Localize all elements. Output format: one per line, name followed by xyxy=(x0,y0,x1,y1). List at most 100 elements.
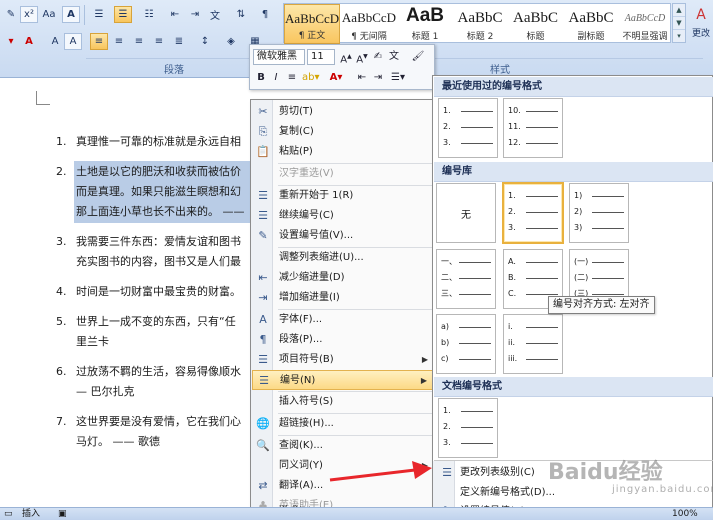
font-color-icon[interactable]: A▾ xyxy=(328,70,344,86)
menu-paste[interactable]: 📋 粘贴(P) xyxy=(252,142,434,162)
macro-icon[interactable]: ▣ xyxy=(58,508,67,520)
bold-icon[interactable]: B xyxy=(253,70,269,86)
submenu-arrow-icon: ▶ xyxy=(421,355,428,364)
ribbon-separator xyxy=(84,5,85,25)
increase-indent-icon: ⇥ xyxy=(258,291,268,304)
watermark: Baidu经验 xyxy=(548,460,663,485)
align-center-button[interactable]: ≡ xyxy=(110,33,128,50)
numbering-format-tile[interactable]: 1) 2) 3) xyxy=(569,183,629,243)
indent-inc-icon[interactable]: ⇥ xyxy=(370,70,386,86)
numbering-format-tile[interactable]: 一、 二、 三、 xyxy=(436,249,496,309)
context-menu: ✂ 剪切(T) ⎘ 复制(C) 📋 粘贴(P) 汉字重选(V) ☰ 重新开始于 … xyxy=(250,99,435,520)
line-spacing-button[interactable]: ↕ xyxy=(196,33,214,50)
scroll-up-icon[interactable]: ▲ xyxy=(673,4,685,17)
decrease-indent-button[interactable]: ⇤ xyxy=(166,6,184,23)
style-subtle-emphasis[interactable]: AaBbCcD 不明显强调 xyxy=(619,4,671,44)
paragraph-icon: ¶ xyxy=(259,333,267,346)
menu-insert-symbol[interactable]: 插入符号(S) xyxy=(252,392,434,412)
numbering-format-tile[interactable]: 10. 11. 12. xyxy=(503,98,563,158)
scroll-down-icon[interactable]: ▼ xyxy=(673,17,685,30)
menu-numbering[interactable]: ☰ 编号(N) ▶ xyxy=(252,370,434,390)
document-formats-header: 文档编号格式 xyxy=(434,377,713,397)
margin-corner-mark xyxy=(36,91,50,105)
menu-translate[interactable]: ⇄ 翻译(A)... xyxy=(252,476,434,496)
justify-button[interactable]: ≡ xyxy=(150,33,168,50)
menu-set-numbering-value[interactable]: ✎ 设置编号值(V)... xyxy=(252,226,434,246)
align-left-button[interactable]: ≡ xyxy=(90,33,108,50)
font-color-button[interactable]: A xyxy=(20,33,38,50)
text-effect-button[interactable]: ✎ xyxy=(2,6,20,23)
numbering-format-tile[interactable]: 1. 2. 3. xyxy=(438,398,498,458)
numbering-library-header: 编号库 xyxy=(434,162,713,182)
superscript-icon[interactable]: x² xyxy=(20,6,38,23)
menu-increase-indent[interactable]: ⇥ 增加缩进量(I) xyxy=(252,288,434,308)
group-divider xyxy=(86,58,276,59)
clear-format-button[interactable]: A xyxy=(62,6,80,23)
menu-bullets[interactable]: ☰ 项目符号(B) ▶ xyxy=(252,350,434,370)
style-title[interactable]: AaBbC 标题 xyxy=(508,4,563,44)
chinese-layout-button[interactable]: 文 xyxy=(206,6,224,23)
menu-lookup[interactable]: 🔍 查阅(K)... xyxy=(252,436,434,456)
more-icon[interactable]: ▾ xyxy=(673,30,685,43)
align-right-button[interactable]: ≡ xyxy=(130,33,148,50)
highlight-color-button[interactable]: ▾ xyxy=(2,33,20,50)
shrink-font-icon[interactable]: A▼ xyxy=(354,49,370,65)
lookup-icon: 🔍 xyxy=(256,439,270,452)
numbering-format-tile[interactable]: i. ii. iii. xyxy=(503,314,563,374)
insert-mode[interactable]: 插入 xyxy=(22,508,40,520)
list-icon[interactable]: ☰▾ xyxy=(390,70,406,86)
status-bar: ▭ 插入 ▣ 100% xyxy=(0,507,713,520)
italic-icon[interactable]: I xyxy=(268,70,284,86)
center-icon[interactable]: ≡ xyxy=(284,70,300,86)
menu-copy[interactable]: ⎘ 复制(C) xyxy=(252,122,434,142)
list-level-icon: ☰ xyxy=(442,466,452,479)
menu-decrease-indent[interactable]: ⇤ 减少缩进量(D) xyxy=(252,268,434,288)
styles-scroll[interactable]: ▲ ▼ ▾ xyxy=(672,3,686,43)
zoom-level[interactable]: 100% xyxy=(672,508,698,520)
change-styles-button[interactable]: A 更改 xyxy=(689,4,713,54)
indent-dec-icon[interactable]: ⇤ xyxy=(354,70,370,86)
style-no-spacing[interactable]: AaBbCcD ¶ 无间隔 xyxy=(341,4,397,44)
numbering-format-tile[interactable]: a) b) c) xyxy=(436,314,496,374)
brush-icon[interactable]: 🖌 xyxy=(410,49,426,65)
format-painter-icon[interactable]: ✍ xyxy=(370,49,386,65)
style-heading-2[interactable]: AaBbC 标题 2 xyxy=(453,4,507,44)
paragraph-group-label: 段落 xyxy=(164,65,184,76)
font-icon: A xyxy=(259,313,267,326)
aa-button[interactable]: Aa xyxy=(40,6,58,23)
grow-font-icon[interactable]: A▲ xyxy=(338,49,354,65)
menu-font[interactable]: A 字体(F)... xyxy=(252,310,434,330)
distribute-button[interactable]: ≣ xyxy=(170,33,188,50)
increase-indent-button[interactable]: ⇥ xyxy=(186,6,204,23)
shading-button[interactable]: ◈ xyxy=(222,33,240,50)
translate-icon: ⇄ xyxy=(258,479,268,492)
paste-icon: 📋 xyxy=(256,145,270,158)
copy-icon: ⎘ xyxy=(258,125,268,138)
menu-synonyms[interactable]: 同义词(Y) ▶ xyxy=(252,456,434,476)
style-normal[interactable]: AaBbCcD ¶ 正文 xyxy=(284,4,340,44)
menu-continue-numbering[interactable]: ☰ 继续编号(C) xyxy=(252,206,434,226)
style-subtitle[interactable]: AaBbC 副标题 xyxy=(564,4,618,44)
numbering-none-tile[interactable]: 无 xyxy=(436,183,496,243)
show-marks-button[interactable]: ¶ xyxy=(256,6,274,23)
char-shading-button[interactable]: A xyxy=(46,33,64,50)
chinese-font-icon[interactable]: 文 xyxy=(386,49,402,65)
numbering-format-tile[interactable]: 1. 2. 3. xyxy=(502,182,564,244)
menu-restart-at-1[interactable]: ☰ 重新开始于 1(R) xyxy=(252,186,434,206)
page-icon: ▭ xyxy=(4,509,13,519)
menu-cut[interactable]: ✂ 剪切(T) xyxy=(252,102,434,122)
menu-paragraph[interactable]: ¶ 段落(P)... xyxy=(252,330,434,350)
menu-hyperlink[interactable]: 🌐 超链接(H)... xyxy=(252,414,434,434)
numbering-button[interactable]: ☰ xyxy=(114,6,132,23)
numbering-format-tile[interactable]: 1. 2. 3. xyxy=(438,98,498,158)
multilevel-list-button[interactable]: ☷ xyxy=(140,6,158,23)
char-border-button[interactable]: A xyxy=(64,33,82,50)
sort-button[interactable]: ⇅ xyxy=(232,6,250,23)
font-name-field[interactable]: 微软雅黑 xyxy=(253,49,305,65)
bullets-button[interactable]: ☰ xyxy=(90,6,108,23)
font-size-field[interactable]: 11 xyxy=(307,49,335,65)
menu-adjust-indent[interactable]: 调整列表缩进(U)... xyxy=(252,248,434,268)
highlight-icon[interactable]: ab▾ xyxy=(302,70,320,86)
style-heading-1[interactable]: AaB 标题 1 xyxy=(398,4,452,44)
decrease-indent-icon: ⇤ xyxy=(258,271,268,284)
